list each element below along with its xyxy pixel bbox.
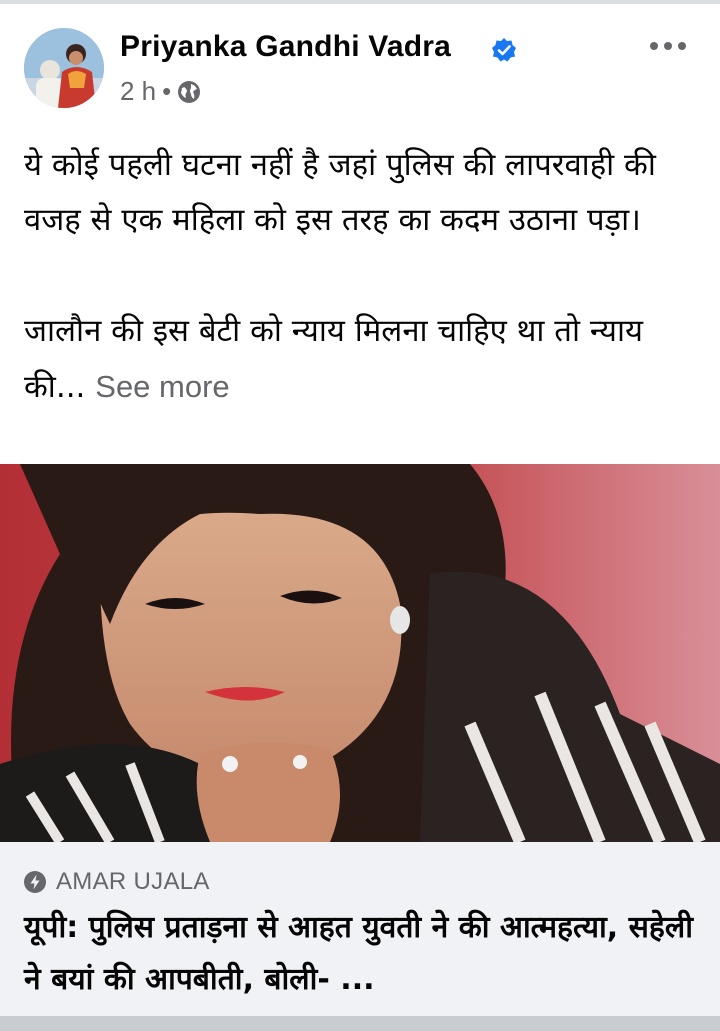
post-paragraph-2: जालौन की इस बेटी को न्याय मिलना चाहिए था… <box>24 304 694 415</box>
bottom-divider <box>0 1016 720 1031</box>
bolt-icon <box>24 871 46 893</box>
post-text: ये कोई पहली घटना नहीं है जहां पुलिस की ल… <box>24 138 694 415</box>
more-options-icon[interactable] <box>648 36 688 56</box>
link-source: AMAR UJALA <box>24 868 210 896</box>
post-meta: 2 h • <box>120 76 201 107</box>
link-preview-image[interactable] <box>0 464 720 842</box>
meta-separator: • <box>162 76 172 106</box>
verified-badge-icon <box>492 38 516 62</box>
link-preview-card[interactable]: AMAR UJALA यूपी: पुलिस प्रताड़ना से आहत … <box>0 842 720 1016</box>
globe-icon <box>178 80 201 103</box>
author-name[interactable]: Priyanka Gandhi Vadra <box>120 30 451 64</box>
link-headline[interactable]: यूपी: पुलिस प्रताड़ना से आहत युवती ने की… <box>24 902 696 1006</box>
link-source-name: AMAR UJALA <box>56 868 210 895</box>
post-header: Priyanka Gandhi Vadra 2 h • <box>0 4 720 116</box>
post-time[interactable]: 2 h <box>120 76 156 107</box>
author-avatar[interactable] <box>24 28 104 108</box>
post-paragraph-1: ये कोई पहली घटना नहीं है जहां पुलिस की ल… <box>24 147 656 238</box>
see-more-link[interactable]: See more <box>95 369 229 404</box>
